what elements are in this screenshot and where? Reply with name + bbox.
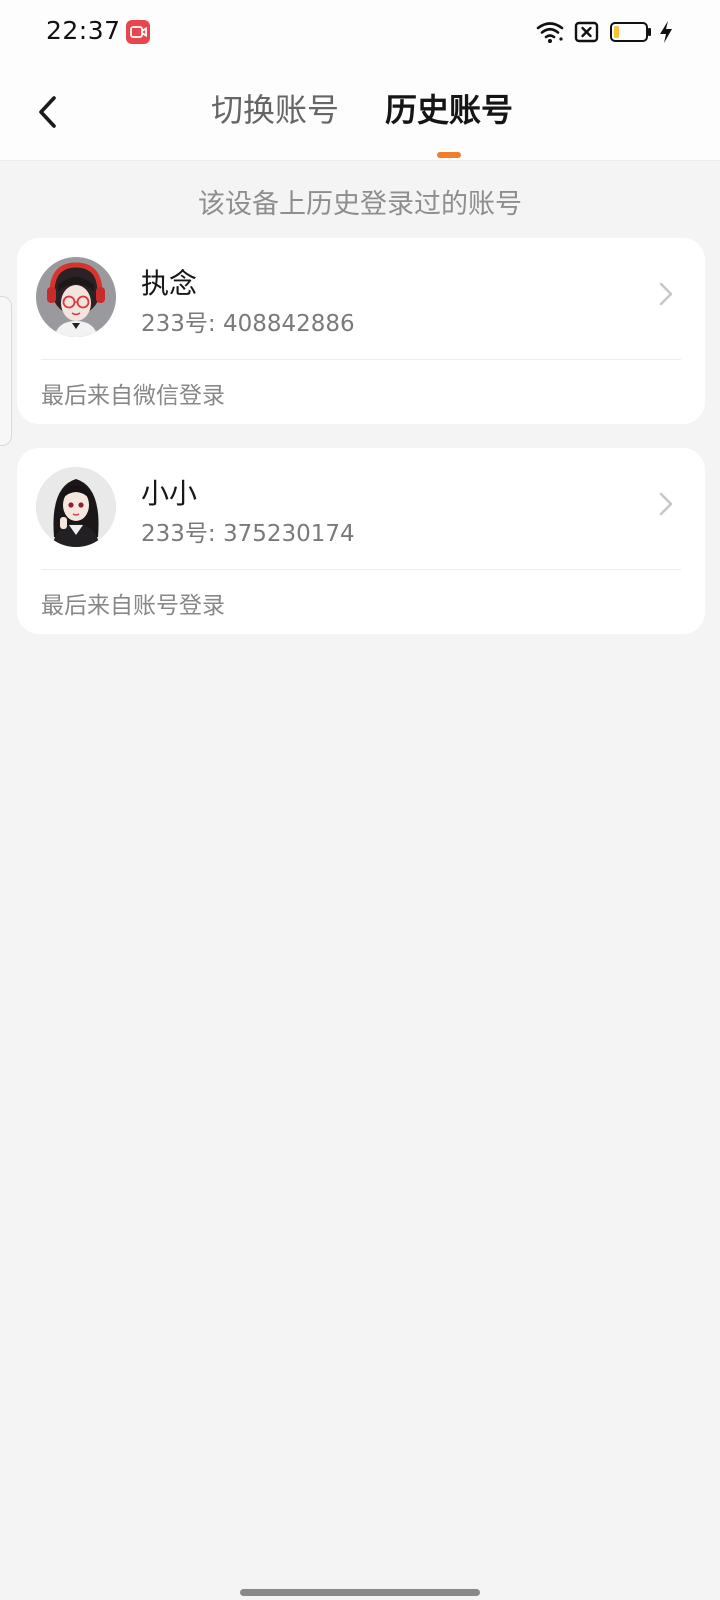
chevron-right-icon — [659, 492, 673, 516]
page-subtitle: 该设备上历史登录过的账号 — [198, 189, 522, 220]
tab-history-account[interactable]: 历史账号 — [385, 90, 513, 130]
side-drawer-handle[interactable] — [0, 296, 12, 446]
account-name: 执念 — [141, 267, 198, 300]
status-time: 22:37 — [46, 16, 121, 45]
tab-switch-account[interactable]: 切换账号 — [211, 90, 339, 130]
screen-record-icon — [126, 20, 150, 44]
account-name: 小小 — [141, 477, 198, 510]
account-card[interactable]: 执念 233号: 408842886 最后来自微信登录 — [17, 238, 705, 424]
home-indicator[interactable] — [240, 1589, 480, 1596]
active-tab-indicator — [437, 152, 461, 158]
account-id: 233号: 375230174 — [141, 521, 355, 547]
battery-level — [614, 26, 619, 38]
avatar — [36, 257, 116, 337]
header: 切换账号 历史账号 — [0, 64, 720, 161]
status-icons — [536, 18, 674, 46]
avatar-girl-dark-hair-icon — [36, 467, 116, 547]
login-source-text: 最后来自账号登录 — [41, 593, 225, 619]
sim-error-icon — [574, 21, 599, 43]
avatar-girl-headphones-icon — [36, 257, 116, 337]
avatar — [36, 467, 116, 547]
status-bar: 22:37 — [0, 0, 720, 64]
account-id: 233号: 408842886 — [141, 311, 355, 337]
card-divider — [41, 359, 681, 360]
chevron-left-icon — [39, 96, 56, 128]
back-button[interactable] — [24, 88, 72, 136]
card-divider — [41, 569, 681, 570]
wifi-icon — [536, 22, 564, 43]
battery-icon — [610, 22, 651, 42]
login-source-text: 最后来自微信登录 — [41, 383, 225, 409]
account-card[interactable]: 小小 233号: 375230174 最后来自账号登录 — [17, 448, 705, 634]
charging-icon — [660, 21, 672, 43]
chevron-right-icon — [659, 282, 673, 306]
